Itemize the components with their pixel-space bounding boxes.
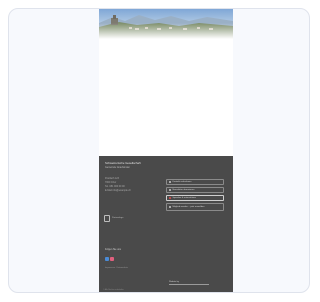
site-footer: Schweizerische Gesellschaft Gemeinde Gra… — [99, 156, 233, 292]
legal-links[interactable]: Impressum · Datenschutz — [105, 267, 128, 269]
contact-button-label: Kontakt aufnehmen — [172, 180, 192, 183]
landscape-icon — [99, 9, 233, 39]
membership-button-label: Mitglied werden – jetzt anmelden — [172, 205, 205, 208]
instagram-icon[interactable] — [110, 257, 114, 261]
hero-image — [99, 9, 233, 39]
donate-button-label: Spenden & unterstützen — [172, 196, 196, 199]
logo-mark-icon — [104, 214, 110, 222]
donate-button[interactable]: Spenden & unterstützen — [166, 195, 224, 201]
contact-button[interactable]: Kontakt aufnehmen — [166, 179, 224, 185]
partner-logo-text: Partnerlogo — [112, 216, 124, 219]
footer-org-name: Schweizerische Gesellschaft — [105, 161, 141, 165]
membership-button[interactable]: Mitglied werden – jetzt anmelden — [166, 203, 224, 211]
partner-logo[interactable]: Partnerlogo — [104, 214, 130, 222]
screenshot-card: Schweizerische Gesellschaft Gemeinde Gra… — [8, 8, 310, 293]
mail-icon — [169, 181, 171, 183]
member-icon — [169, 206, 171, 208]
address-line[interactable]: E-Mail info@example.ch — [105, 189, 131, 193]
newsletter-button[interactable]: Newsletter abonnieren — [166, 187, 224, 193]
website-page: Schweizerische Gesellschaft Gemeinde Gra… — [99, 9, 233, 292]
newsletter-icon — [169, 189, 171, 191]
footer-tagline: Gemeinde Graubünden — [105, 166, 130, 169]
facebook-icon[interactable] — [105, 257, 109, 261]
copyright-text: © Alle Rechte vorbehalten — [103, 289, 124, 291]
credit-divider — [169, 284, 209, 285]
newsletter-button-label: Newsletter abonnieren — [172, 188, 195, 191]
heart-icon — [169, 197, 171, 199]
follow-us-label: Folgen Sie uns — [105, 248, 121, 251]
page-content-area — [99, 39, 233, 156]
